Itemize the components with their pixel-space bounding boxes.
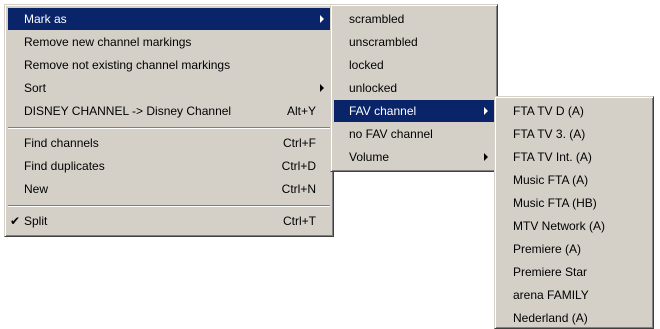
menu-item-shortcut: Ctrl+D [281,159,316,173]
submenu-arrow-icon [320,15,324,23]
menu-item-label: FTA TV Int. (A) [513,150,592,164]
menu-item-fav-list[interactable]: arena FAMILY [498,284,650,306]
menu-item-shortcut: Ctrl+N [281,182,316,196]
menu-item-fav-list[interactable]: MTV Network (A) [498,215,650,237]
submenu-arrow-icon [320,84,324,92]
submenu-mark-as: scrambled unscrambled locked unlocked FA… [330,4,498,172]
menu-item-unscrambled[interactable]: unscrambled [334,31,494,53]
submenu-fav-channel: FTA TV D (A) FTA TV 3. (A) FTA TV Int. (… [494,96,654,329]
menu-item-fav-list[interactable]: FTA TV D (A) [498,100,650,122]
menu-item-remove-not-existing-markings[interactable]: Remove not existing channel markings [8,54,330,76]
menu-item-label: Music FTA (A) [513,173,589,187]
submenu-arrow-icon [484,153,488,161]
menu-item-label: Premiere Star [513,265,588,279]
menu-item-unlocked[interactable]: unlocked [334,77,494,99]
menu-item-label: Split [24,214,48,228]
menu-item-label: Nederland (A) [513,311,588,325]
menu-item-label: FTA TV 3. (A) [513,127,586,141]
menu-item-label: Volume [349,150,390,164]
menu-item-sort[interactable]: Sort [8,77,330,99]
menu-item-label: unscrambled [349,35,418,49]
menu-item-split[interactable]: ✔ Split Ctrl+T [8,210,330,232]
menu-item-label: Find channels [24,136,99,150]
menu-item-fav-list[interactable]: Premiere Star [498,261,650,283]
menu-item-no-fav-channel[interactable]: no FAV channel [334,123,494,145]
menu-item-label: arena FAMILY [513,288,589,302]
menu-item-label: Mark as [24,12,67,26]
context-menu-main: Mark as Remove new channel markings Remo… [4,4,334,237]
menu-item-label: Premiere (A) [513,242,582,256]
menu-item-label: New [24,182,49,196]
menu-item-fav-list[interactable]: FTA TV 3. (A) [498,123,650,145]
menu-item-label: unlocked [349,81,398,95]
menu-item-shortcut: Alt+Y [286,104,316,118]
menu-item-remove-new-markings[interactable]: Remove new channel markings [8,31,330,53]
menu-separator [8,205,330,207]
menu-item-label: Remove not existing channel markings [24,58,231,72]
menu-item-label: MTV Network (A) [513,219,606,233]
menu-item-fav-list[interactable]: Nederland (A) [498,307,650,329]
menu-separator [8,127,330,129]
menu-item-label: FTA TV D (A) [513,104,584,118]
menu-item-fav-list[interactable]: Music FTA (HB) [498,192,650,214]
menu-item-shortcut: Ctrl+F [283,136,316,150]
menu-item-find-channels[interactable]: Find channels Ctrl+F [8,132,330,154]
menu-item-locked[interactable]: locked [334,54,494,76]
menu-item-fav-list[interactable]: Premiere (A) [498,238,650,260]
menu-item-volume[interactable]: Volume [334,146,494,168]
menu-item-scrambled[interactable]: scrambled [334,8,494,30]
menu-item-label: Find duplicates [24,159,105,173]
menu-item-label: scrambled [349,12,405,26]
menu-item-label: DISNEY CHANNEL -> Disney Channel [24,104,232,118]
menu-item-label: Remove new channel markings [24,35,192,49]
menu-item-label: locked [349,58,384,72]
menu-item-label: no FAV channel [349,127,433,141]
menu-item-fav-list[interactable]: Music FTA (A) [498,169,650,191]
menu-item-disney-rename[interactable]: DISNEY CHANNEL -> Disney Channel Alt+Y [8,100,330,122]
menu-item-new[interactable]: New Ctrl+N [8,178,330,200]
menu-item-mark-as[interactable]: Mark as [8,8,330,30]
menu-item-label: Music FTA (HB) [513,196,597,210]
submenu-arrow-icon [484,107,488,115]
menu-item-shortcut: Ctrl+T [283,214,316,228]
menu-item-find-duplicates[interactable]: Find duplicates Ctrl+D [8,155,330,177]
checkmark-icon: ✔ [10,214,21,228]
menu-item-label: FAV channel [349,104,417,118]
menu-item-fav-channel[interactable]: FAV channel [334,100,494,122]
menu-item-fav-list[interactable]: FTA TV Int. (A) [498,146,650,168]
menu-item-label: Sort [24,81,47,95]
